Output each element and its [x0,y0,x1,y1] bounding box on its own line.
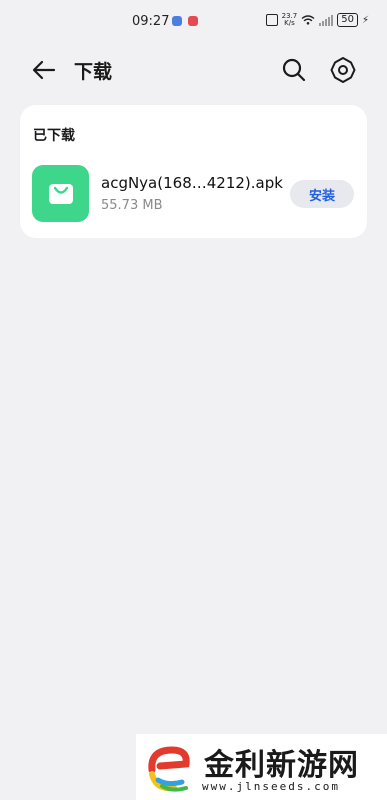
watermark: 金利新游网 www.jlnseeds.com [136,734,387,800]
network-speed: 23.7 K/s [282,13,298,27]
file-name[interactable]: acgNya(168…4212).apk [101,174,283,192]
page-title: 下载 [74,61,113,83]
charging-icon: ⚡ [361,14,369,26]
arrow-left-icon[interactable] [30,56,58,84]
watermark-title: 金利新游网 [204,748,359,783]
app-header: 下载 [0,44,387,96]
section-title: 已下载 [33,128,75,144]
signal-icon [319,14,334,26]
shopping-bag-glyph [48,183,73,204]
watermark-url: www.jlnseeds.com [202,780,340,793]
notification-app-icon [172,16,182,26]
search-icon[interactable] [280,56,308,84]
status-icons: 23.7 K/s 50 ⚡ [265,13,369,27]
gear-icon[interactable] [328,55,358,85]
wifi-icon [301,15,315,25]
install-button[interactable]: 安装 [290,180,354,208]
battery-indicator: 50 [337,13,358,27]
vibrate-icon [265,14,278,26]
downloads-card: 已下载 acgNya(168…4212).apk 55.73 MB 安装 [20,105,367,238]
status-bar: 09:27 23.7 K/s 50 ⚡ [0,0,387,44]
notification-app-icon [188,16,198,26]
shopping-bag-icon [32,165,89,222]
file-size: 55.73 MB [101,198,163,213]
site-logo-icon [148,746,190,792]
network-speed-unit: K/s [284,19,295,27]
status-time: 09:27 [132,14,170,29]
